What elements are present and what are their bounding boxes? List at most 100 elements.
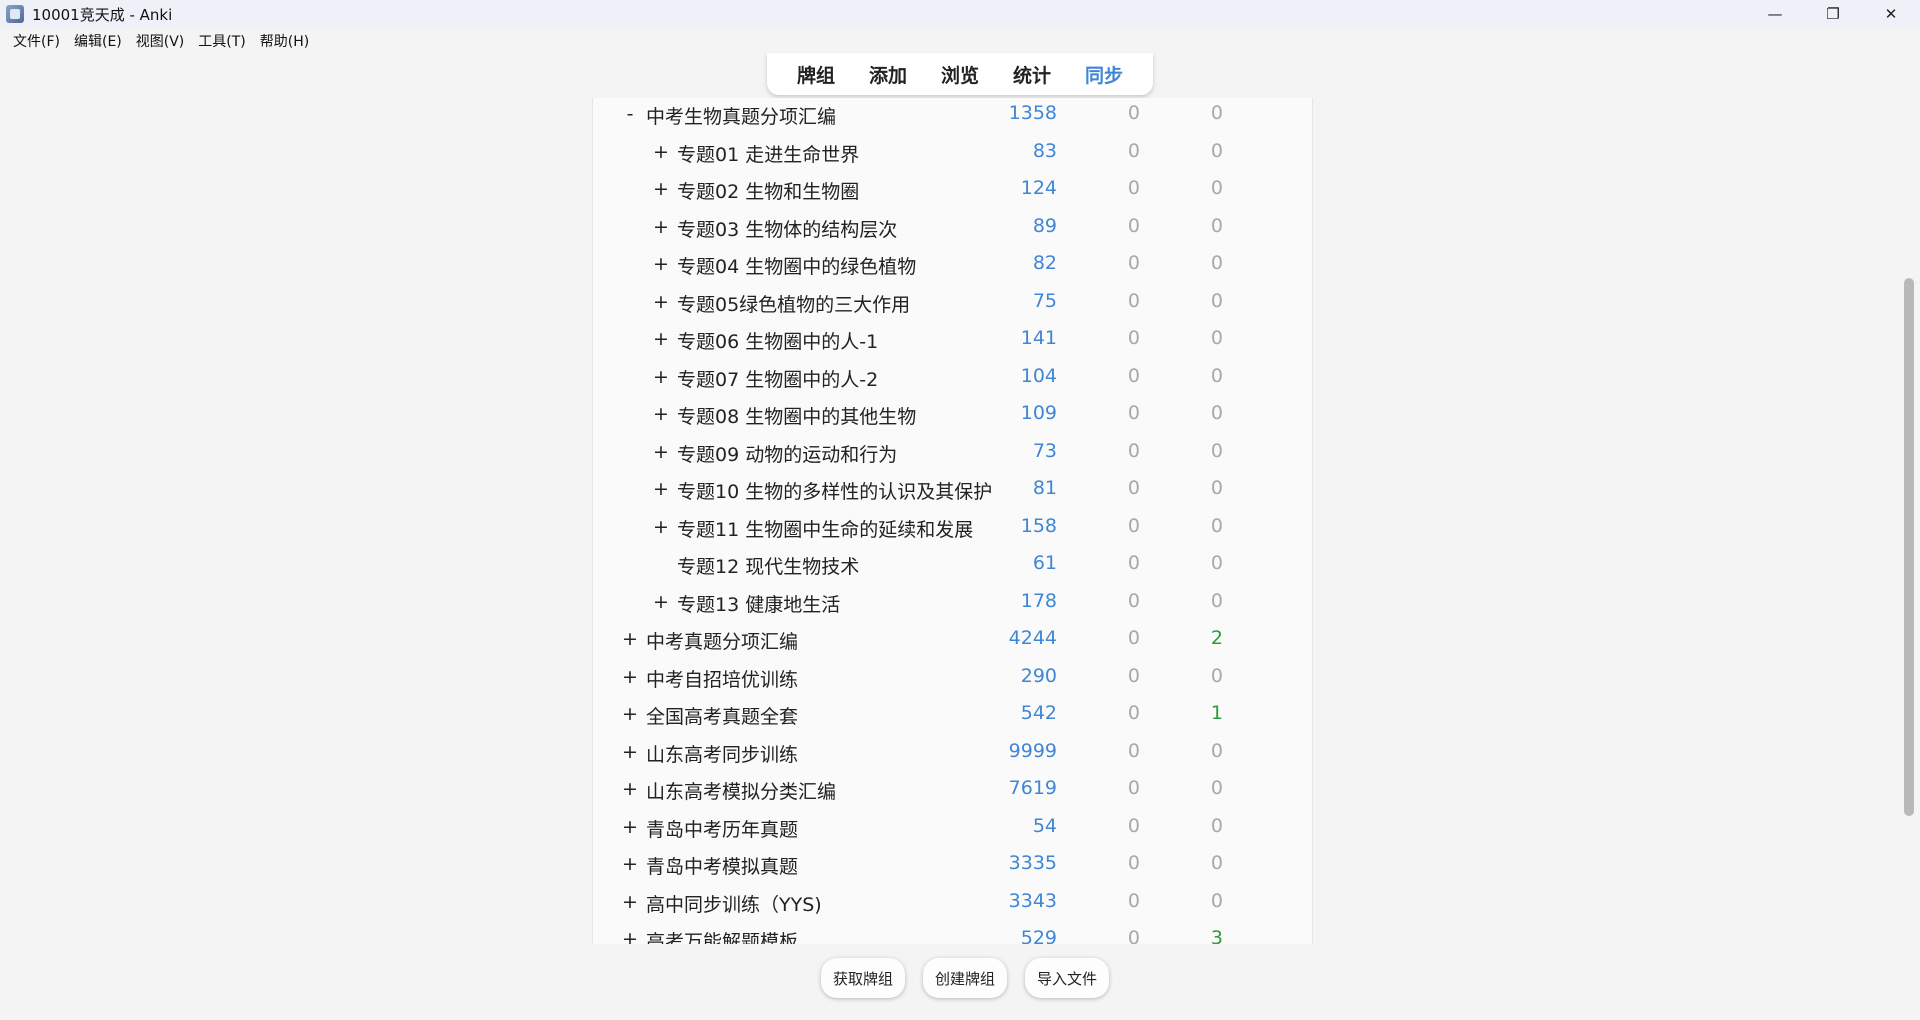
- expand-toggle[interactable]: +: [622, 853, 638, 875]
- deck-row[interactable]: + 专题04 生物圈中的绿色植物 82 0 0: [593, 246, 1312, 283]
- deck-name[interactable]: 全国高考真题全套: [646, 702, 798, 729]
- deck-row[interactable]: + 专题06 生物圈中的人-1 141 0 0: [593, 321, 1312, 358]
- close-window-button[interactable]: ✕: [1862, 0, 1920, 28]
- deck-name[interactable]: 专题12 现代生物技术: [677, 552, 859, 579]
- deck-name[interactable]: 专题07 生物圈中的人-2: [677, 365, 878, 392]
- deck-name[interactable]: 山东高考同步训练: [646, 740, 798, 767]
- deck-row[interactable]: + 专题08 生物圈中的其他生物 109 0 0: [593, 396, 1312, 433]
- scrollbar-thumb[interactable]: [1904, 278, 1914, 816]
- deck-row[interactable]: + 青岛中考历年真题 54 0 0: [593, 809, 1312, 846]
- expand-toggle[interactable]: +: [622, 816, 638, 838]
- expand-toggle[interactable]: +: [653, 366, 669, 388]
- learn-count: 0: [1127, 139, 1140, 162]
- deck-row[interactable]: + 专题01 走进生命世界 83 0 0: [593, 134, 1312, 171]
- new-count: 124: [1020, 177, 1057, 199]
- minimize-icon: —: [1767, 5, 1783, 23]
- expand-toggle[interactable]: +: [653, 328, 669, 350]
- due-count: 2: [1210, 627, 1223, 649]
- deck-row[interactable]: + 山东高考模拟分类汇编 7619 0 0: [593, 771, 1312, 808]
- expand-toggle[interactable]: +: [622, 628, 638, 650]
- expand-toggle[interactable]: +: [653, 253, 669, 275]
- deck-name[interactable]: 专题10 生物的多样性的认识及其保护: [677, 477, 992, 504]
- expand-toggle[interactable]: +: [653, 516, 669, 538]
- deck-row[interactable]: + 山东高考同步训练 9999 0 0: [593, 734, 1312, 771]
- deck-name[interactable]: 专题03 生物体的结构层次: [677, 215, 897, 242]
- title-bar: 10001竞天成 - Anki — ❐ ✕: [0, 0, 1920, 28]
- expand-toggle[interactable]: +: [653, 291, 669, 313]
- import-file-button[interactable]: 导入文件: [1025, 958, 1110, 998]
- learn-count: 0: [1127, 814, 1140, 837]
- deck-row[interactable]: 专题12 现代生物技术 61 0 0: [593, 546, 1312, 583]
- deck-name[interactable]: 专题11 生物圈中生命的延续和发展: [677, 515, 973, 542]
- deck-row[interactable]: - 中考生物真题分项汇编 1358 0 0: [593, 98, 1312, 133]
- create-deck-button[interactable]: 创建牌组: [922, 958, 1007, 998]
- toolbar-sync-link[interactable]: 同步: [1068, 61, 1140, 88]
- menu-tools[interactable]: 工具(T): [191, 31, 252, 51]
- deck-row[interactable]: + 专题11 生物圈中生命的延续和发展 158 0 0: [593, 509, 1312, 546]
- deck-row[interactable]: + 高中同步训练（YYS) 3343 0 0: [593, 884, 1312, 921]
- deck-name[interactable]: 专题02 生物和生物圈: [677, 177, 859, 204]
- due-count: 0: [1210, 814, 1223, 837]
- anki-app-icon: [6, 5, 24, 23]
- learn-count: 0: [1127, 252, 1140, 274]
- deck-row[interactable]: + 青岛中考模拟真题 3335 0 0: [593, 846, 1312, 883]
- deck-row[interactable]: + 高考万能解题模板 529 0 3: [593, 921, 1312, 944]
- expand-toggle[interactable]: +: [653, 178, 669, 200]
- toolbar-stats-link[interactable]: 统计: [996, 61, 1068, 88]
- deck-name[interactable]: 专题06 生物圈中的人-1: [677, 327, 878, 354]
- deck-row[interactable]: + 中考自招培优训练 290 0 0: [593, 659, 1312, 696]
- deck-name[interactable]: 中考自招培优训练: [646, 665, 798, 692]
- deck-name[interactable]: 专题04 生物圈中的绿色植物: [677, 252, 916, 279]
- deck-row[interactable]: + 全国高考真题全套 542 0 1: [593, 696, 1312, 733]
- deck-name[interactable]: 山东高考模拟分类汇编: [646, 777, 836, 804]
- expand-toggle[interactable]: +: [622, 703, 638, 725]
- deck-name[interactable]: 专题01 走进生命世界: [677, 140, 859, 167]
- deck-name[interactable]: 高考万能解题模板: [646, 927, 798, 944]
- toolbar-add-link[interactable]: 添加: [852, 61, 924, 88]
- deck-name[interactable]: 中考生物真题分项汇编: [646, 102, 836, 129]
- due-count: 0: [1210, 777, 1223, 799]
- due-count: 0: [1210, 102, 1223, 124]
- deck-row[interactable]: + 专题02 生物和生物圈 124 0 0: [593, 171, 1312, 208]
- expand-toggle[interactable]: +: [653, 216, 669, 238]
- expand-toggle[interactable]: +: [653, 441, 669, 463]
- expand-toggle[interactable]: +: [622, 778, 638, 800]
- menu-view[interactable]: 视图(V): [129, 31, 192, 51]
- expand-toggle[interactable]: +: [653, 403, 669, 425]
- deck-name[interactable]: 专题09 动物的运动和行为: [677, 440, 897, 467]
- expand-toggle[interactable]: +: [622, 928, 638, 944]
- menu-file[interactable]: 文件(F): [6, 31, 67, 51]
- menu-help[interactable]: 帮助(H): [253, 31, 316, 51]
- learn-count: 0: [1127, 664, 1140, 687]
- window-title: 10001竞天成 - Anki: [32, 5, 173, 24]
- restore-button[interactable]: ❐: [1804, 0, 1862, 28]
- deck-row[interactable]: + 专题09 动物的运动和行为 73 0 0: [593, 434, 1312, 471]
- deck-row[interactable]: + 专题05绿色植物的三大作用 75 0 0: [593, 284, 1312, 321]
- minimize-button[interactable]: —: [1746, 0, 1804, 28]
- deck-name[interactable]: 专题05绿色植物的三大作用: [677, 290, 910, 317]
- expand-toggle[interactable]: +: [653, 591, 669, 613]
- deck-row[interactable]: + 专题13 健康地生活 178 0 0: [593, 584, 1312, 621]
- expand-toggle[interactable]: +: [622, 891, 638, 913]
- toolbar-browse-link[interactable]: 浏览: [924, 61, 996, 88]
- learn-count: 0: [1127, 739, 1140, 762]
- deck-name[interactable]: 中考真题分项汇编: [646, 627, 798, 654]
- expand-toggle[interactable]: +: [622, 741, 638, 763]
- learn-count: 0: [1127, 102, 1140, 124]
- expand-toggle[interactable]: +: [622, 666, 638, 688]
- toolbar-decks-link[interactable]: 牌组: [780, 61, 852, 88]
- deck-row[interactable]: + 专题03 生物体的结构层次 89 0 0: [593, 209, 1312, 246]
- deck-name[interactable]: 专题13 健康地生活: [677, 590, 840, 617]
- expand-toggle[interactable]: +: [653, 141, 669, 163]
- get-shared-decks-button[interactable]: 获取牌组: [820, 958, 905, 998]
- deck-name[interactable]: 高中同步训练（YYS): [646, 890, 822, 917]
- deck-name[interactable]: 专题08 生物圈中的其他生物: [677, 402, 916, 429]
- deck-name[interactable]: 青岛中考历年真题: [646, 815, 798, 842]
- deck-row[interactable]: + 专题10 生物的多样性的认识及其保护 81 0 0: [593, 471, 1312, 508]
- menu-edit[interactable]: 编辑(E): [67, 31, 129, 51]
- deck-name[interactable]: 青岛中考模拟真题: [646, 852, 798, 879]
- collapse-toggle[interactable]: -: [622, 103, 638, 125]
- deck-row[interactable]: + 专题07 生物圈中的人-2 104 0 0: [593, 359, 1312, 396]
- deck-row[interactable]: + 中考真题分项汇编 4244 0 2: [593, 621, 1312, 658]
- expand-toggle[interactable]: +: [653, 478, 669, 500]
